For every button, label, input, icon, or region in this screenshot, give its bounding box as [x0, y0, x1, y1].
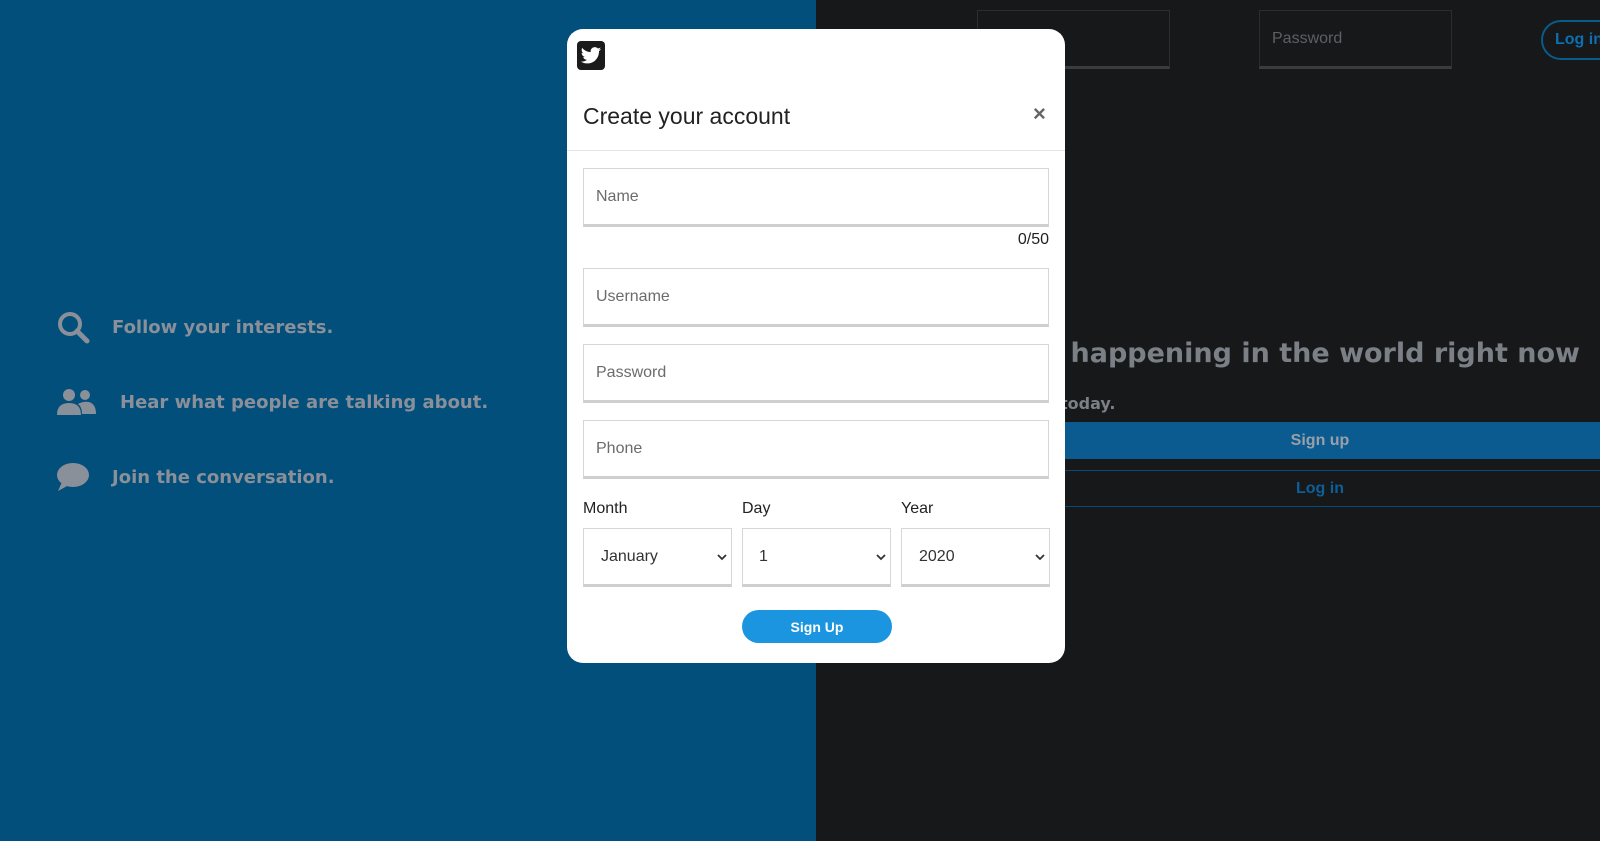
- feature-follow-interests: Follow your interests.: [56, 310, 333, 344]
- feature-join-conversation: Join the conversation.: [56, 460, 335, 494]
- username-input[interactable]: Username: [583, 268, 1049, 327]
- year-value: 2020: [919, 547, 955, 565]
- top-password-input[interactable]: Password: [1259, 10, 1452, 69]
- signup-modal: Create your account × Name 0/50 Username…: [567, 29, 1065, 663]
- search-icon: [56, 310, 96, 344]
- month-label: Month: [583, 500, 628, 517]
- year-label: Year: [901, 500, 934, 517]
- phone-input[interactable]: Phone: [583, 420, 1049, 479]
- feature-label: Hear what people are talking about.: [120, 391, 489, 413]
- password-input[interactable]: Password: [583, 344, 1049, 403]
- hero-subtitle: today.: [1060, 394, 1116, 413]
- month-value: January: [601, 547, 658, 565]
- modal-title: Create your account: [583, 103, 791, 129]
- top-login-button[interactable]: Log in: [1541, 20, 1600, 60]
- month-select[interactable]: January: [583, 528, 732, 587]
- twitter-bird-icon: [577, 41, 605, 70]
- users-icon: [56, 385, 96, 419]
- chat-bubble-icon: [56, 460, 96, 494]
- hero-login-button[interactable]: Log in: [1040, 470, 1600, 507]
- chevron-down-icon: [717, 550, 727, 564]
- close-icon[interactable]: ×: [1033, 101, 1046, 127]
- divider: [567, 150, 1065, 151]
- chevron-down-icon: [1035, 550, 1045, 564]
- feature-label: Join the conversation.: [112, 466, 335, 488]
- day-value: 1: [759, 547, 768, 565]
- day-label: Day: [742, 500, 771, 517]
- chevron-down-icon: [876, 550, 886, 564]
- day-select[interactable]: 1: [742, 528, 891, 587]
- name-char-counter: 0/50: [1017, 231, 1049, 248]
- sign-up-button[interactable]: Sign Up: [742, 610, 892, 643]
- feature-label: Follow your interests.: [112, 316, 334, 338]
- year-select[interactable]: 2020: [901, 528, 1050, 587]
- feature-hear-people: Hear what people are talking about.: [56, 385, 488, 419]
- name-input[interactable]: Name: [583, 168, 1049, 227]
- hero-signup-button[interactable]: Sign up: [1040, 422, 1600, 459]
